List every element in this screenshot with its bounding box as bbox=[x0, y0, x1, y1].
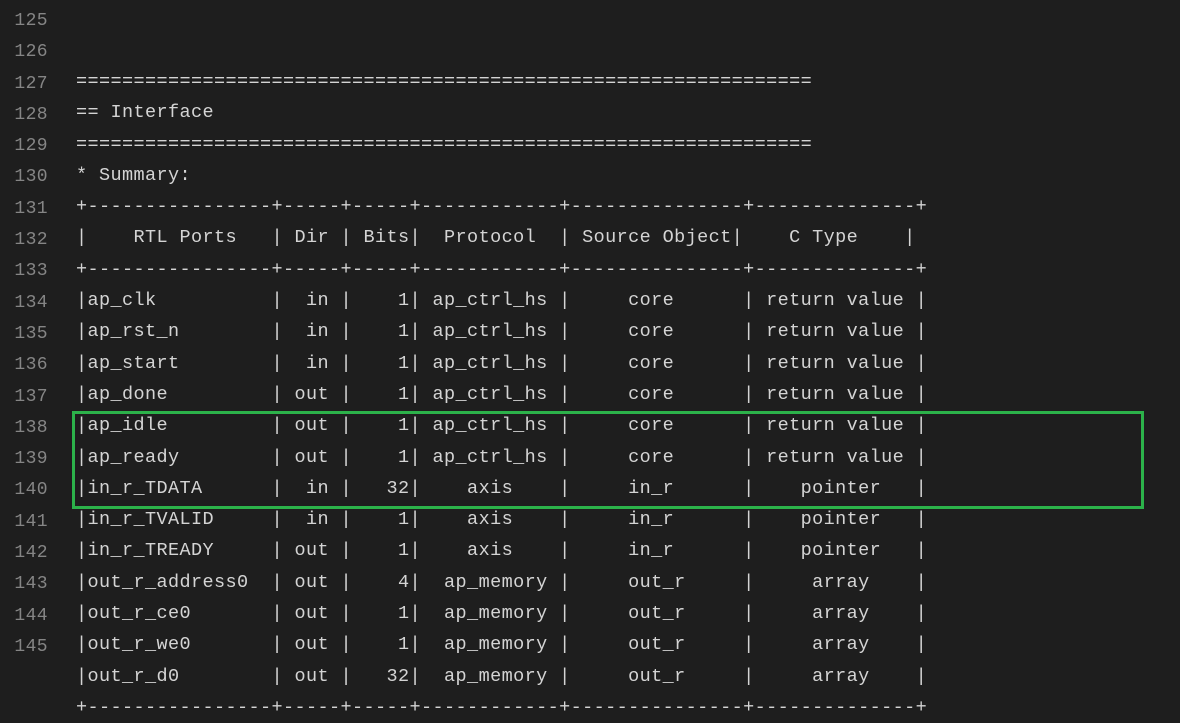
code-line: |out_r_ce0 | out | 1| ap_memory | out_r … bbox=[76, 598, 1180, 629]
line-number: 136 bbox=[10, 350, 48, 381]
code-line: ========================================… bbox=[76, 66, 1180, 97]
line-number: 145 bbox=[10, 632, 48, 663]
code-line: |ap_start | in | 1| ap_ctrl_hs | core | … bbox=[76, 348, 1180, 379]
code-line: +----------------+-----+-----+----------… bbox=[76, 191, 1180, 222]
code-line: |ap_done | out | 1| ap_ctrl_hs | core | … bbox=[76, 379, 1180, 410]
code-line: |ap_clk | in | 1| ap_ctrl_hs | core | re… bbox=[76, 285, 1180, 316]
line-number: 139 bbox=[10, 444, 48, 475]
code-line: |out_r_d0 | out | 32| ap_memory | out_r … bbox=[76, 661, 1180, 692]
line-number: 131 bbox=[10, 194, 48, 225]
line-number: 125 bbox=[10, 6, 48, 37]
code-line: * Summary: bbox=[76, 160, 1180, 191]
code-line: |ap_rst_n | in | 1| ap_ctrl_hs | core | … bbox=[76, 316, 1180, 347]
code-line: |ap_idle | out | 1| ap_ctrl_hs | core | … bbox=[76, 410, 1180, 441]
line-number: 129 bbox=[10, 131, 48, 162]
line-number: 128 bbox=[10, 100, 48, 131]
line-number: 143 bbox=[10, 569, 48, 600]
code-line: ========================================… bbox=[76, 129, 1180, 160]
code-content[interactable]: ========================================… bbox=[66, 0, 1180, 669]
code-line: == Interface bbox=[76, 97, 1180, 128]
line-number: 141 bbox=[10, 507, 48, 538]
line-number: 132 bbox=[10, 225, 48, 256]
code-line: |in_r_TDATA | in | 32| axis | in_r | poi… bbox=[76, 473, 1180, 504]
code-line: +----------------+-----+-----+----------… bbox=[76, 254, 1180, 285]
code-line: | RTL Ports | Dir | Bits| Protocol | Sou… bbox=[76, 222, 1180, 253]
line-number: 133 bbox=[10, 256, 48, 287]
code-line: |in_r_TVALID | in | 1| axis | in_r | poi… bbox=[76, 504, 1180, 535]
code-line: +----------------+-----+-----+----------… bbox=[76, 692, 1180, 723]
line-number: 134 bbox=[10, 288, 48, 319]
line-number: 144 bbox=[10, 601, 48, 632]
line-number: 135 bbox=[10, 319, 48, 350]
code-line: |in_r_TREADY | out | 1| axis | in_r | po… bbox=[76, 535, 1180, 566]
line-number: 142 bbox=[10, 538, 48, 569]
line-number: 127 bbox=[10, 69, 48, 100]
code-line: |ap_ready | out | 1| ap_ctrl_hs | core |… bbox=[76, 442, 1180, 473]
line-number: 130 bbox=[10, 162, 48, 193]
code-line: |out_r_address0 | out | 4| ap_memory | o… bbox=[76, 567, 1180, 598]
line-number: 140 bbox=[10, 475, 48, 506]
code-line: |out_r_we0 | out | 1| ap_memory | out_r … bbox=[76, 629, 1180, 660]
line-number-gutter: 1251261271281291301311321331341351361371… bbox=[0, 0, 66, 669]
line-number: 126 bbox=[10, 37, 48, 68]
line-number: 138 bbox=[10, 413, 48, 444]
line-number: 137 bbox=[10, 382, 48, 413]
code-editor[interactable]: 1251261271281291301311321331341351361371… bbox=[0, 0, 1180, 669]
